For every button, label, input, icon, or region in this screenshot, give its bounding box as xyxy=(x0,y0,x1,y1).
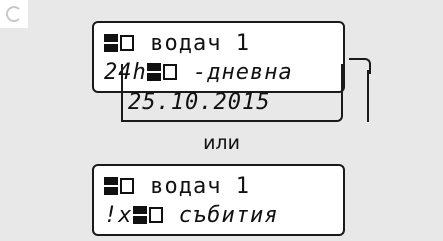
display-line-driver: водач 1 xyxy=(104,31,250,59)
display-scroll-frame-edge xyxy=(367,70,369,122)
driver-label: водач 1 xyxy=(150,31,250,56)
printout-date: 25.10.2015 xyxy=(128,90,271,115)
card-slot-icon xyxy=(118,33,136,59)
instruction-illustration: водач 1 24h -дневна 25.10.2015 или водач… xyxy=(0,0,443,241)
card-filled-icon xyxy=(104,33,118,59)
card-filled-icon xyxy=(104,176,118,202)
events-marker-label: !x xyxy=(104,203,133,228)
card-slot-icon xyxy=(147,205,165,231)
corner-logo-mark xyxy=(0,0,28,28)
card-filled-icon xyxy=(132,205,147,231)
display-panel-events-printout: водач 1 !x събития xyxy=(92,164,345,236)
display-line-driver: водач 1 xyxy=(104,174,250,202)
or-separator: или xyxy=(203,132,240,154)
display-line-printout-type: !x събития xyxy=(104,203,278,231)
card-slot-icon xyxy=(118,176,136,202)
printout-type-label: събития xyxy=(164,203,279,228)
driver-label: водач 1 xyxy=(150,174,250,199)
